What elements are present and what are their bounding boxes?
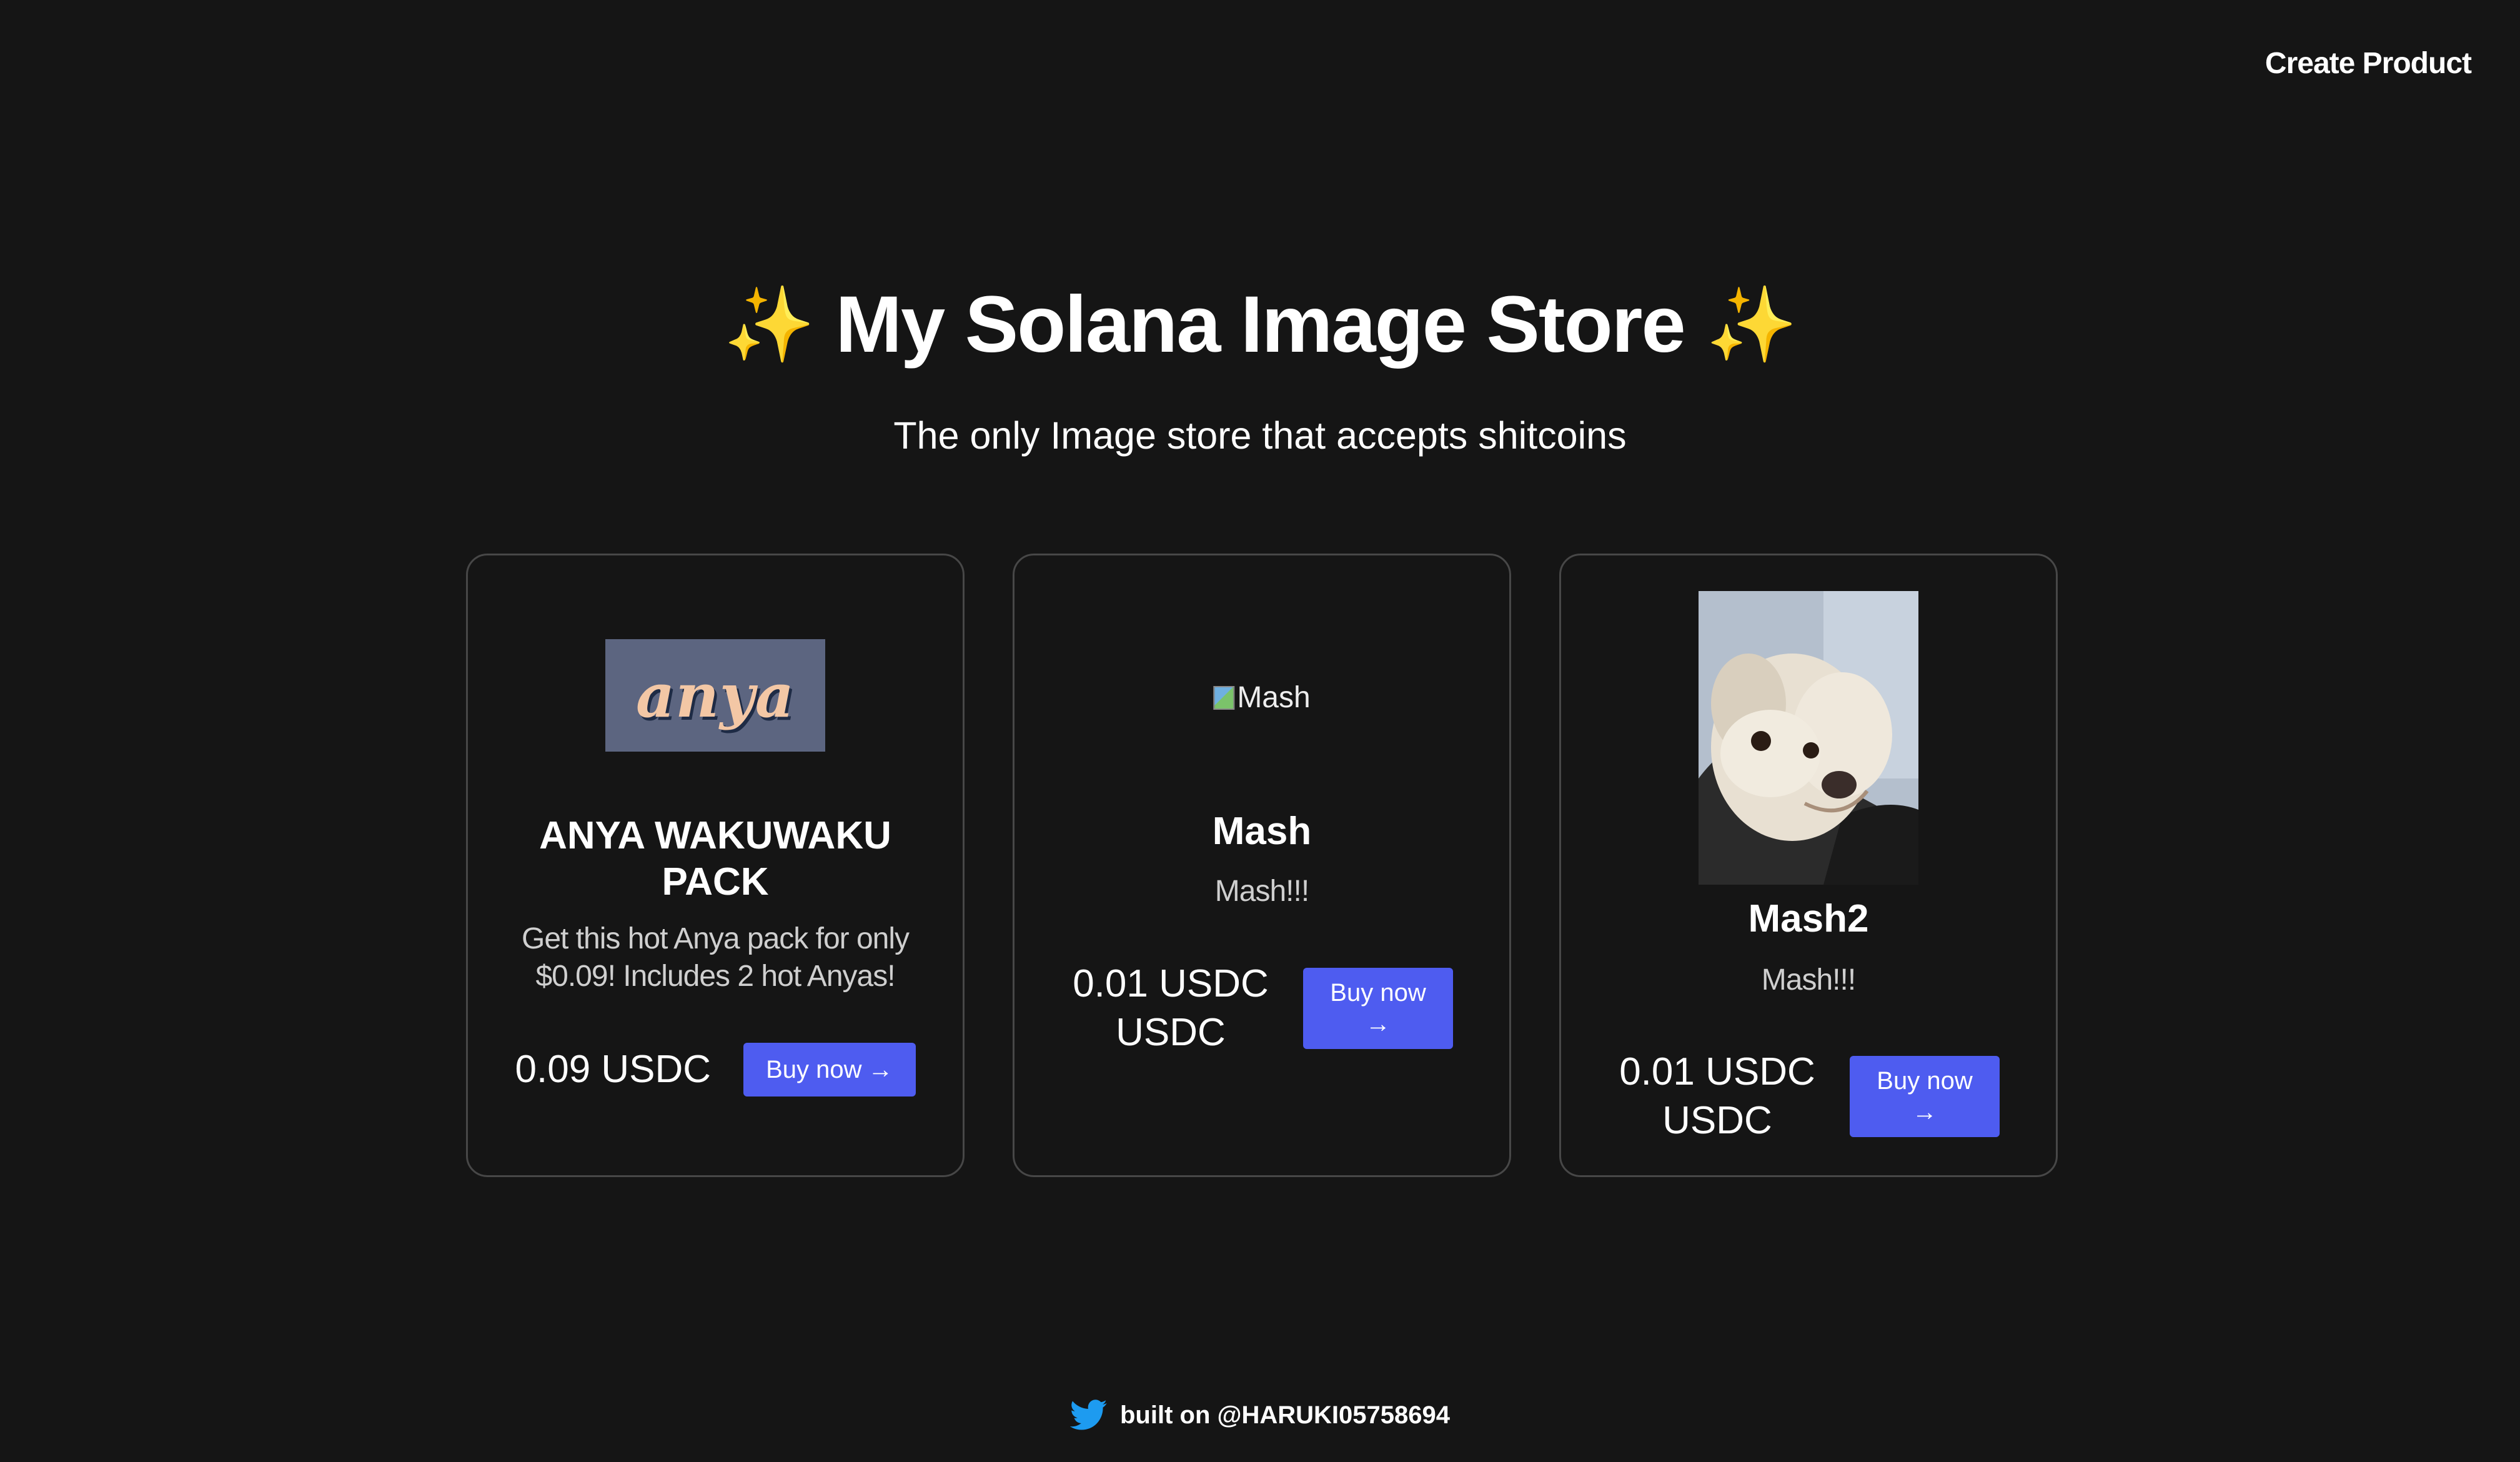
product-image: Mash <box>1213 680 1311 715</box>
product-description: Mash!!! <box>1761 963 1856 997</box>
page-subtitle: The only Image store that accepts shitco… <box>893 414 1627 457</box>
product-price: 0.09 USDC <box>515 1048 712 1091</box>
product-card: Mash Mash Mash!!! 0.01 USDC USDC Buy now… <box>1013 554 1511 1177</box>
price-row: 0.01 USDC USDC Buy now → <box>1014 960 1509 1057</box>
product-name: Mash <box>1212 810 1312 853</box>
product-card: Mash2 Mash!!! 0.01 USDC USDC Buy now → <box>1559 554 2058 1177</box>
store-page: Create Product ✨ My Solana Image Store ✨… <box>0 0 2520 1462</box>
sparkle-icon: ✨ <box>1705 284 1798 366</box>
price-row: 0.01 USDC USDC Buy now → <box>1561 1048 2056 1145</box>
product-image <box>1699 591 1918 885</box>
product-price: 0.01 USDC USDC <box>1619 1050 1815 1142</box>
buy-now-label: Buy now <box>766 1055 862 1083</box>
buy-now-button[interactable]: Buy now → <box>743 1043 916 1096</box>
image-alt-text: Mash <box>1237 681 1311 714</box>
product-description: Get this hot Anya pack for only $0.09! I… <box>521 922 910 993</box>
product-price: 0.01 USDC USDC <box>1073 962 1269 1054</box>
anya-logo-text: anya <box>636 660 795 731</box>
product-description: Mash!!! <box>1214 875 1309 908</box>
footer: built on @HARUKI05758694 <box>0 1400 2520 1431</box>
arrow-right-icon: → <box>1366 1010 1391 1038</box>
broken-image-icon <box>1213 685 1235 710</box>
hero: ✨ My Solana Image Store ✨ The only Image… <box>0 275 2520 457</box>
twitter-icon <box>1069 1400 1107 1430</box>
sparkle-icon: ✨ <box>723 284 815 366</box>
product-name: Mash2 <box>1748 897 1869 940</box>
page-title: ✨ My Solana Image Store ✨ <box>723 275 1798 375</box>
buy-now-button[interactable]: Buy now → <box>1303 968 1453 1049</box>
page-title-text: My Solana Image Store <box>835 280 1685 369</box>
buy-now-label: Buy now <box>1330 979 1426 1007</box>
buy-now-button[interactable]: Buy now → <box>1850 1056 2000 1137</box>
buy-now-label: Buy now <box>1877 1067 1973 1095</box>
create-product-link[interactable]: Create Product <box>2265 46 2472 81</box>
product-card: anya ANYA WAKUWAKU PACK Get this hot Any… <box>466 554 965 1177</box>
price-row: 0.09 USDC Buy now → <box>468 1043 963 1096</box>
product-image: anya <box>605 639 825 752</box>
arrow-right-icon: → <box>868 1055 893 1083</box>
product-name: ANYA WAKUWAKU PACK <box>539 814 891 903</box>
footer-twitter-link[interactable]: built on @HARUKI05758694 <box>1120 1401 1450 1430</box>
dog-photo <box>1699 591 1918 885</box>
arrow-right-icon: → <box>1912 1098 1937 1126</box>
